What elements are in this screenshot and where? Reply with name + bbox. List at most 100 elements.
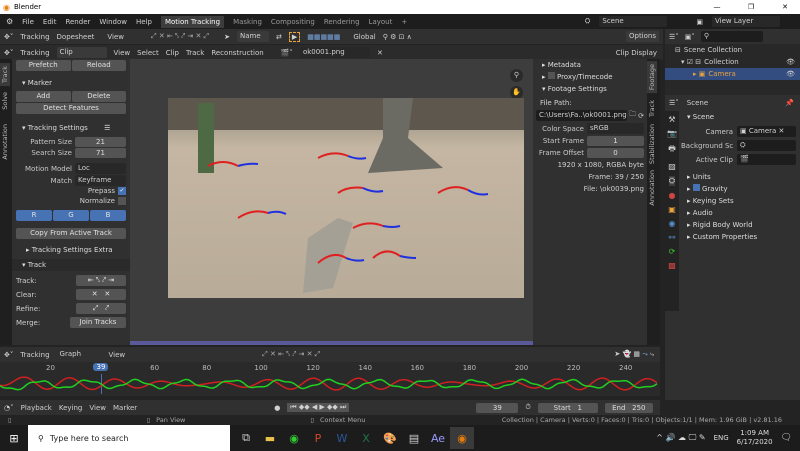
timeline-editor-icon[interactable]: ◔˅ xyxy=(4,404,14,412)
file-explorer-icon[interactable]: ▬ xyxy=(258,427,282,449)
pin-icon[interactable]: 📌 xyxy=(785,99,794,107)
proxy-header[interactable]: ▸ Proxy/Timecode xyxy=(536,71,644,83)
word-icon[interactable]: W xyxy=(330,427,354,449)
windows-start-icon[interactable]: ⊞ xyxy=(0,427,28,449)
clip-browse-icon[interactable]: 🎬˅ xyxy=(281,49,293,57)
file-path-field[interactable]: C:\Users\Fa..\ok0001.png xyxy=(536,110,628,121)
menu-reconstruction[interactable]: Reconstruction xyxy=(211,49,263,57)
playback-controls[interactable]: ⏮ ◆◆ ◀ ▶ ◆◆ ⏭ xyxy=(287,403,350,412)
join-tracks-button[interactable]: Join Tracks xyxy=(70,317,126,328)
add-marker-button[interactable]: Add xyxy=(16,91,71,102)
end-frame-field[interactable]: End 250 xyxy=(604,402,653,413)
prefetch-button[interactable]: Prefetch xyxy=(16,60,71,71)
graph-view-menu[interactable]: View xyxy=(109,351,126,359)
marker-panel-header[interactable]: ▾ Marker xyxy=(16,77,126,89)
collection-row[interactable]: ▾ ☑ ⊟ Collection 👁 xyxy=(665,56,800,68)
excel-icon[interactable]: X xyxy=(354,427,378,449)
scene-icon[interactable]: ⛭ xyxy=(585,17,591,26)
mode-dropdown[interactable]: Tracking xyxy=(20,49,49,57)
camera-row[interactable]: ▸ ▣ Camera 👁 xyxy=(665,68,800,80)
scene-panel-header[interactable]: ▾ Scene xyxy=(681,111,800,123)
clock[interactable]: 1:09 AM 6/17/2020 xyxy=(737,429,773,447)
pivot-icon[interactable]: ⇄ xyxy=(276,33,282,41)
add-workspace-icon[interactable]: + xyxy=(401,18,407,26)
object-tab-icon[interactable]: ▣ xyxy=(668,205,676,214)
mode-dropdown[interactable]: Tracking xyxy=(20,33,49,41)
keying-menu[interactable]: Keying xyxy=(59,404,83,412)
view-layer-selector[interactable]: View Layer xyxy=(712,16,780,27)
app-icon[interactable]: ▤ xyxy=(402,427,426,449)
editor-type-icon[interactable]: ✥˅ xyxy=(4,33,13,41)
powerpoint-icon[interactable]: P xyxy=(306,427,330,449)
track-buttons[interactable]: ⇤ ⤣ ⤤ ⇥ xyxy=(76,275,126,286)
color-space-dropdown[interactable]: sRGB xyxy=(587,123,644,134)
units-panel[interactable]: ▸ Units xyxy=(681,171,800,183)
menu-help[interactable]: Help xyxy=(136,18,152,26)
footage-settings-header[interactable]: ▾ Footage Settings xyxy=(536,83,644,95)
blender-menu-icon[interactable]: ⚙ xyxy=(6,17,13,26)
tab-annotation-side[interactable]: Annotation xyxy=(647,167,657,209)
view-layer-tab-icon[interactable]: ▨ xyxy=(668,162,676,171)
render-tab-icon[interactable]: 📷 xyxy=(667,129,677,138)
menu-edit[interactable]: Edit xyxy=(43,18,57,26)
stopwatch-icon[interactable]: ⏱ xyxy=(525,403,530,412)
graph-track-tools-icon[interactable]: ⤢ ✕ ⇤ ⤣ ⤤ ⇥ ✕ ⤢ xyxy=(262,350,320,359)
view-layer-icon[interactable]: ▣ xyxy=(696,18,703,26)
tab-motion-tracking[interactable]: Motion Tracking xyxy=(160,15,225,28)
current-frame-field[interactable]: 39 xyxy=(476,402,519,413)
clip-viewport[interactable]: ⚲ ✋ xyxy=(130,59,533,345)
menu-window[interactable]: Window xyxy=(99,18,127,26)
close-button[interactable]: ✕ xyxy=(770,3,800,11)
copy-from-active-track-button[interactable]: Copy From Active Track xyxy=(16,228,126,239)
maximize-button[interactable]: ❐ xyxy=(736,3,766,11)
timeline-view-menu[interactable]: View xyxy=(89,404,106,412)
normalize-checkbox[interactable] xyxy=(118,197,126,205)
background-scene-field[interactable]: ⛭ xyxy=(737,140,796,151)
graph-mode-dropdown[interactable]: Tracking xyxy=(20,351,49,359)
clear-buttons[interactable]: ✕ ✕ xyxy=(76,289,126,300)
active-tool-icon[interactable]: ▶ xyxy=(288,31,301,42)
tab-stabilization[interactable]: Stabilization xyxy=(647,121,657,167)
frame-offset-field[interactable]: 0 xyxy=(587,148,644,158)
orientation-dropdown[interactable]: Global xyxy=(353,33,375,41)
graph-area[interactable]: 2040608010012014016018020022024039 xyxy=(0,362,660,396)
language-indicator[interactable]: ENG xyxy=(714,434,729,442)
snap-icon[interactable]: ⚲ ⚙ ⊡ ∧ xyxy=(383,33,412,41)
reload-button[interactable]: Reload xyxy=(71,60,126,71)
track-tools-icon[interactable]: ⤢ ✕ ⇤ ⤣ ⤤ ⇥ ✕ ⤢ xyxy=(151,32,209,41)
refine-buttons[interactable]: ⤢ ⤤ xyxy=(76,303,126,314)
motion-model-dropdown[interactable]: Loc xyxy=(75,163,126,174)
tracking-settings-header[interactable]: ▾ Tracking Settings ☰ xyxy=(16,122,126,134)
task-view-icon[interactable]: ⧉ xyxy=(234,427,258,449)
select-icon[interactable]: ➤ xyxy=(224,33,230,41)
scene-tab-icon[interactable]: ⛭ xyxy=(668,176,676,186)
keying-sets-panel[interactable]: ▸ Keying Sets xyxy=(681,195,800,207)
audio-panel[interactable]: ▸ Audio xyxy=(681,207,800,219)
prepass-checkbox[interactable]: ✓ xyxy=(118,187,126,195)
paint-icon[interactable]: 🎨 xyxy=(378,427,402,449)
select-box-icons[interactable]: ▦▦▦▦▦ xyxy=(307,33,340,41)
detect-features-button[interactable]: Detect Features xyxy=(16,103,126,114)
graph-display-icons[interactable]: ➤ 👻 ▦ ⤳ ⤷ xyxy=(614,350,654,359)
view-menu[interactable]: View xyxy=(107,33,124,41)
metadata-header[interactable]: ▸ Metadata xyxy=(536,59,644,71)
filter-icon[interactable]: ▣˅ xyxy=(685,33,695,41)
tracking-settings-extra-header[interactable]: ▸ Tracking Settings Extra xyxy=(16,244,126,256)
outliner-search[interactable]: ⚲ xyxy=(700,31,763,42)
clip-view-dropdown[interactable]: Clip xyxy=(56,47,107,58)
camera-field[interactable]: ▣ Camera ✕ xyxy=(737,126,796,137)
tab-masking[interactable]: Masking xyxy=(233,18,262,26)
menu-view[interactable]: View xyxy=(114,49,131,57)
zoom-icon[interactable]: ⚲ xyxy=(510,69,523,82)
taskbar-search[interactable]: ⚲ Type here to search xyxy=(28,425,230,451)
tab-layout[interactable]: Layout xyxy=(369,18,393,26)
tab-solve[interactable]: Solve xyxy=(0,89,10,113)
tab-track-side[interactable]: Track xyxy=(647,97,657,120)
blender-taskbar-icon[interactable]: ◉ xyxy=(450,427,474,449)
gravity-panel[interactable]: ▸ Gravity xyxy=(681,183,800,195)
match-dropdown[interactable]: Keyframe xyxy=(75,175,126,186)
data-tab-icon[interactable]: ⟳ xyxy=(669,247,676,256)
tab-annotation[interactable]: Annotation xyxy=(0,121,10,163)
record-button[interactable]: ● xyxy=(274,404,280,412)
search-size-field[interactable]: 71 xyxy=(75,148,126,158)
